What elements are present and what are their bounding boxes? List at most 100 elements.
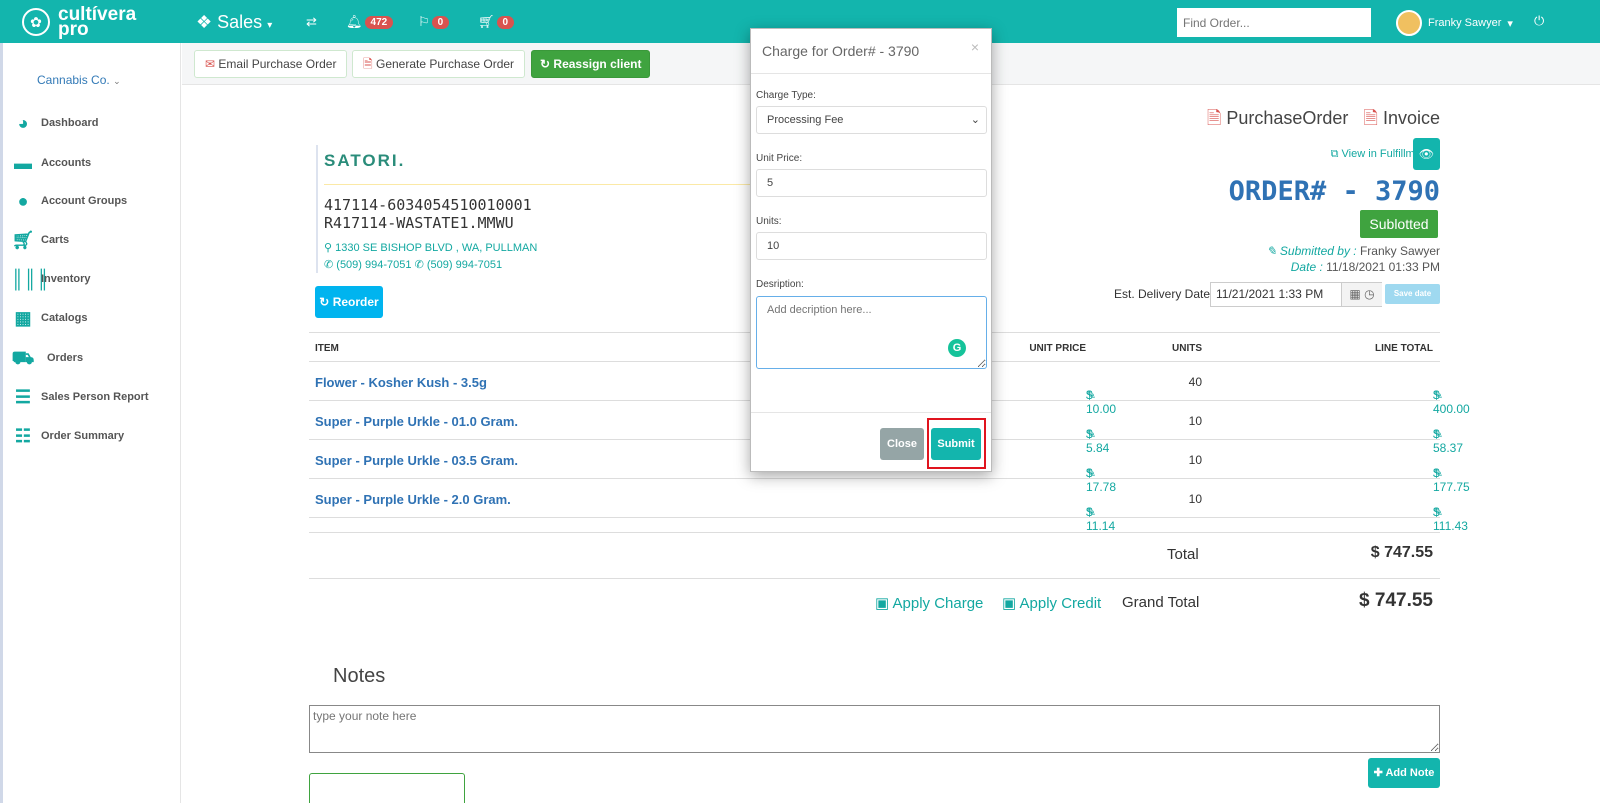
sidebar-item-catalogs[interactable]: ▦ Catalogs bbox=[11, 308, 87, 328]
reorder-button[interactable]: ↻ Reorder bbox=[315, 286, 383, 318]
link-label: Apply Charge bbox=[892, 595, 984, 612]
sidebar-item-accounts[interactable]: ▬ Accounts bbox=[11, 153, 91, 173]
table-icon: ☰ bbox=[14, 387, 32, 407]
units-cell: 10 bbox=[1188, 492, 1202, 506]
pie-chart-icon: ◕ bbox=[17, 113, 29, 133]
select-value: Processing Fee bbox=[767, 114, 844, 126]
list-icon: ☷ bbox=[14, 426, 32, 446]
sidebar-item-sales-person-report[interactable]: ☰ Sales Person Report bbox=[11, 387, 149, 407]
submitted-by: Franky Sawyer bbox=[1359, 244, 1440, 258]
sidebar-item-account-groups[interactable]: ● Account Groups bbox=[11, 191, 128, 211]
note-input[interactable] bbox=[309, 705, 1440, 753]
module-label: Sales bbox=[217, 12, 263, 32]
sidebar-item-label: Accounts bbox=[41, 157, 92, 169]
sidebar: Cannabis Co. ⌄ ◕ Dashboard ▬ Accounts ● Acc… bbox=[0, 43, 181, 803]
plus-icon: ✚ bbox=[1373, 767, 1386, 779]
grammarly-icon[interactable]: G bbox=[948, 339, 966, 357]
save-date-button[interactable]: Save date bbox=[1385, 284, 1440, 304]
close-icon[interactable]: × bbox=[971, 39, 979, 55]
reassign-client-button[interactable]: ↻ Reassign client bbox=[531, 50, 651, 78]
money-icon: ▣ bbox=[1002, 595, 1020, 612]
flags-button[interactable]: ⚐ 0 bbox=[418, 14, 450, 30]
cart-button[interactable]: 🛒︎ 0 bbox=[478, 14, 515, 30]
find-order-input[interactable] bbox=[1177, 8, 1371, 37]
sidebar-item-label: Inventory bbox=[41, 273, 91, 285]
apply-credit-link[interactable]: ▣ Apply Credit bbox=[1002, 594, 1101, 612]
chevron-down-icon: ⌄ bbox=[113, 76, 121, 86]
power-icon[interactable]: ⏻ bbox=[1534, 13, 1544, 29]
apply-charge-link[interactable]: ▣ Apply Charge bbox=[875, 594, 983, 612]
eye-button[interactable]: 👁︎ bbox=[1413, 138, 1440, 170]
generate-purchase-order-button[interactable]: 🗎 Generate Purchase Order bbox=[352, 50, 526, 78]
sidebar-item-order-summary[interactable]: ☷ Order Summary bbox=[11, 426, 124, 446]
calendar-clock-icon[interactable]: ▦ ◷ bbox=[1341, 283, 1382, 306]
unit-price: $ 11.14 bbox=[1086, 505, 1116, 533]
delivery-date-label: Est. Delivery Date bbox=[1114, 287, 1211, 301]
link-label: Invoice bbox=[1382, 108, 1440, 128]
add-note-button[interactable]: ✚ Add Note bbox=[1368, 758, 1440, 788]
unit-price-label: Unit Price: bbox=[756, 153, 803, 164]
phone: (509) 994-7051 bbox=[426, 259, 503, 271]
grand-total-value: $ 747.55 bbox=[1359, 590, 1433, 611]
sidebar-item-label: Dashboard bbox=[41, 117, 99, 129]
line-total: $ 111.43 bbox=[1433, 505, 1468, 533]
submit-button[interactable]: Submit bbox=[931, 428, 981, 460]
description-label: Desription: bbox=[756, 279, 804, 290]
total-label: Total bbox=[1167, 546, 1199, 563]
cart-icon: 🛒︎ bbox=[11, 230, 35, 250]
email-purchase-order-button[interactable]: ✉ Email Purchase Order bbox=[194, 50, 348, 78]
switch-icon[interactable]: ⇄ bbox=[306, 14, 317, 30]
sidebar-item-label: Catalogs bbox=[41, 312, 88, 324]
license-number: R417114-WASTATE1.MMWU bbox=[324, 214, 514, 232]
purchase-order-link[interactable]: 🗎 PurchaseOrder bbox=[1207, 108, 1349, 128]
units-label: Units: bbox=[756, 216, 782, 227]
notes-title: Notes bbox=[333, 665, 386, 687]
note-tab[interactable] bbox=[309, 773, 465, 803]
grand-total-label: Grand Total bbox=[1122, 594, 1200, 611]
vendor-separator bbox=[324, 184, 764, 185]
item-link[interactable]: Super - Purple Urkle - 03.5 Gram. bbox=[315, 453, 518, 468]
flags-badge: 0 bbox=[431, 15, 450, 29]
divider bbox=[751, 73, 991, 74]
sidebar-item-carts[interactable]: 🛒︎ Carts bbox=[11, 230, 70, 250]
order-number: ORDER# - 3790 bbox=[1228, 176, 1440, 207]
sidebar-item-inventory[interactable]: ║║║ Inventory bbox=[11, 269, 91, 289]
bell-icon: 🔔︎ bbox=[346, 14, 363, 29]
sidebar-item-label: Sales Person Report bbox=[41, 391, 149, 403]
users-icon: ● bbox=[17, 191, 29, 211]
notifications-button[interactable]: 🔔︎ 472 bbox=[346, 14, 394, 30]
grid-icon: ▦ bbox=[14, 308, 32, 328]
phone: (509) 994-7051 bbox=[336, 259, 412, 271]
refresh-icon: ↻ bbox=[540, 57, 551, 71]
close-button[interactable]: Close bbox=[880, 428, 924, 460]
button-label: Email Purchase Order bbox=[218, 57, 337, 71]
table-row: Super - Purple Urkle - 2.0 Gram. ✎ $ 11.… bbox=[309, 479, 1468, 533]
sidebar-item-orders[interactable]: ⛟ Orders bbox=[11, 348, 83, 368]
units-cell: 10 bbox=[1188, 453, 1202, 467]
unit-price-input[interactable] bbox=[756, 169, 987, 197]
sidebar-item-label: Account Groups bbox=[41, 195, 128, 207]
charge-type-select[interactable]: Processing Fee ⌄ bbox=[756, 106, 987, 134]
item-link[interactable]: Super - Purple Urkle - 2.0 Gram. bbox=[315, 492, 511, 507]
sidebar-item-dashboard[interactable]: ◕ Dashboard bbox=[11, 113, 99, 133]
logo-icon: ✿ bbox=[22, 8, 50, 36]
pdf-icon: 🗎 bbox=[1206, 108, 1222, 128]
button-label: Reassign client bbox=[553, 57, 642, 71]
module-dropdown[interactable]: ❖ Sales ▾ bbox=[196, 12, 272, 33]
pdf-icon: 🗎 bbox=[1363, 108, 1378, 128]
description-input[interactable] bbox=[756, 296, 987, 369]
item-link[interactable]: Flower - Kosher Kush - 3.5g bbox=[315, 375, 487, 390]
client-dropdown[interactable]: Cannabis Co. ⌄ bbox=[37, 73, 121, 87]
divider bbox=[309, 578, 1440, 579]
item-link[interactable]: Super - Purple Urkle - 01.0 Gram. bbox=[315, 414, 518, 429]
charge-modal: Charge for Order# - 3790 × Charge Type: … bbox=[750, 28, 992, 472]
logo[interactable]: ✿ cultívera pro bbox=[22, 5, 136, 39]
invoice-link[interactable]: 🗎 Invoice bbox=[1363, 108, 1440, 128]
sidebar-item-label: Carts bbox=[41, 234, 70, 246]
link-label: PurchaseOrder bbox=[1226, 108, 1349, 128]
vendor-name: SATORI. bbox=[324, 151, 406, 170]
delivery-date-input[interactable]: 11/21/2021 1:33 PM ▦ ◷ bbox=[1210, 282, 1382, 307]
external-link-icon: ⧉ bbox=[1330, 148, 1342, 160]
units-input[interactable] bbox=[756, 232, 987, 260]
user-menu[interactable]: Franky Sawyer ▾ bbox=[1396, 10, 1513, 36]
